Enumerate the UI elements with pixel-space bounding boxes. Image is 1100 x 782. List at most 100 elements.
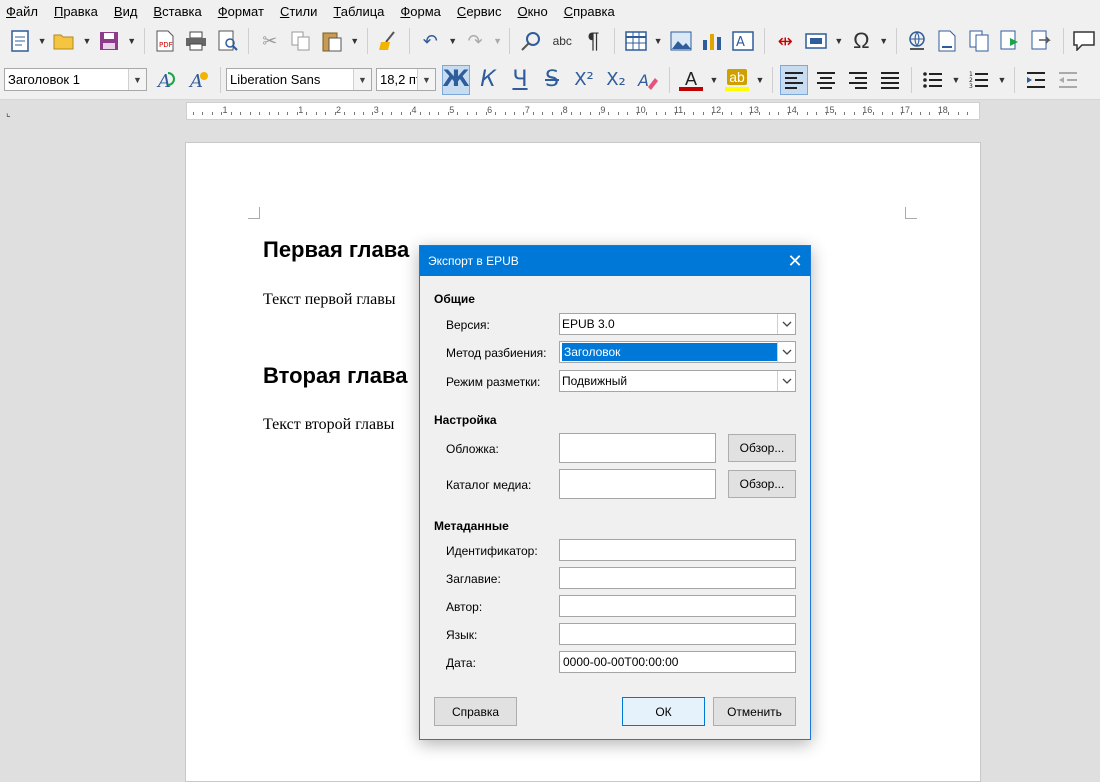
bold-button[interactable]: Ж — [442, 64, 470, 95]
bullet-list-icon[interactable] — [919, 65, 947, 95]
numbered-list-icon[interactable]: 123 — [965, 65, 993, 95]
font-name-combo[interactable]: Liberation Sans ▼ — [226, 68, 372, 91]
redo-icon[interactable]: ↷ — [462, 26, 489, 56]
chevron-down-icon[interactable]: ▼ — [491, 26, 505, 56]
decrease-indent-icon[interactable] — [1054, 65, 1082, 95]
find-replace-icon[interactable] — [517, 26, 544, 56]
chevron-down-icon[interactable]: ▼ — [348, 26, 362, 56]
new-style-icon[interactable]: A — [185, 65, 213, 95]
media-folder-input[interactable] — [559, 469, 716, 499]
chevron-down-icon[interactable]: ▼ — [877, 26, 891, 56]
chevron-down-icon[interactable] — [777, 342, 795, 362]
chevron-down-icon[interactable]: ▼ — [353, 69, 371, 90]
language-input[interactable] — [559, 623, 796, 645]
paste-icon[interactable] — [319, 26, 346, 56]
italic-button[interactable]: К — [474, 65, 502, 95]
increase-indent-icon[interactable] — [1022, 65, 1050, 95]
insert-page-break-icon[interactable]: ⇹ — [772, 26, 799, 56]
font-size-combo[interactable]: 18,2 пт ▼ — [376, 68, 436, 91]
align-left-icon[interactable] — [780, 64, 808, 95]
print-preview-icon[interactable] — [214, 26, 241, 56]
strikethrough-button[interactable]: S — [538, 65, 566, 95]
chevron-down-icon[interactable]: ▼ — [753, 65, 767, 95]
paragraph-style-combo[interactable]: Заголовок 1 ▼ — [4, 68, 147, 91]
highlight-button[interactable]: ab — [723, 65, 751, 95]
formatting-marks-icon[interactable]: ¶ — [580, 26, 607, 56]
menu-tools[interactable]: Сервис — [457, 4, 502, 19]
insert-comment-icon[interactable] — [1071, 26, 1098, 56]
print-icon[interactable] — [183, 26, 210, 56]
title-input[interactable] — [559, 567, 796, 589]
chevron-down-icon[interactable] — [777, 371, 795, 391]
insert-endnote-icon[interactable] — [966, 26, 993, 56]
subscript-button[interactable]: X₂ — [602, 65, 630, 95]
clone-formatting-icon[interactable] — [375, 26, 402, 56]
author-input[interactable] — [559, 595, 796, 617]
special-character-icon[interactable]: Ω — [848, 26, 875, 56]
chevron-down-icon[interactable]: ▼ — [125, 26, 139, 56]
superscript-button[interactable]: X² — [570, 65, 598, 95]
tab-stop-selector[interactable]: ⌞ — [6, 108, 11, 119]
paragraph-first-chapter[interactable]: Текст первой главы — [263, 291, 396, 309]
menu-form[interactable]: Форма — [400, 4, 441, 19]
media-browse-button[interactable]: Обзор... — [728, 470, 796, 498]
menu-table[interactable]: Таблица — [333, 4, 384, 19]
cover-input[interactable] — [559, 433, 716, 463]
menu-edit[interactable]: Правка — [54, 4, 98, 19]
align-right-icon[interactable] — [844, 65, 872, 95]
close-icon[interactable]: ✕ — [780, 246, 810, 276]
insert-field-icon[interactable] — [803, 26, 830, 56]
identifier-input[interactable] — [559, 539, 796, 561]
align-justify-icon[interactable] — [876, 65, 904, 95]
help-button[interactable]: Справка — [434, 697, 517, 726]
copy-icon[interactable] — [287, 26, 314, 56]
insert-textbox-icon[interactable]: A — [729, 26, 756, 56]
insert-comment-link-icon[interactable] — [997, 26, 1024, 56]
cut-icon[interactable]: ✂ — [256, 26, 283, 56]
ok-button[interactable]: ОК — [622, 697, 705, 726]
insert-image-icon[interactable] — [667, 26, 694, 56]
clear-formatting-icon[interactable]: A — [634, 65, 662, 95]
chevron-down-icon[interactable]: ▼ — [949, 65, 963, 95]
chevron-down-icon[interactable]: ▼ — [417, 69, 435, 90]
layout-mode-dropdown[interactable]: Подвижный — [559, 370, 796, 392]
chevron-down-icon[interactable]: ▼ — [128, 69, 146, 90]
underline-button[interactable]: Ч — [506, 65, 534, 95]
date-input[interactable]: 0000-00-00T00:00:00 — [559, 651, 796, 673]
track-changes-icon[interactable] — [1028, 26, 1055, 56]
split-method-dropdown[interactable]: Заголовок — [559, 341, 796, 363]
chevron-down-icon[interactable]: ▼ — [446, 26, 460, 56]
menu-help[interactable]: Справка — [564, 4, 615, 19]
insert-hyperlink-icon[interactable] — [904, 26, 931, 56]
cancel-button[interactable]: Отменить — [713, 697, 796, 726]
cover-browse-button[interactable]: Обзор... — [728, 434, 796, 462]
undo-icon[interactable]: ↶ — [417, 26, 444, 56]
open-folder-icon[interactable] — [51, 26, 78, 56]
new-document-icon[interactable] — [6, 26, 33, 56]
menu-insert[interactable]: Вставка — [153, 4, 201, 19]
chevron-down-icon[interactable]: ▼ — [651, 26, 665, 56]
menu-view[interactable]: Вид — [114, 4, 138, 19]
dialog-titlebar[interactable]: Экспорт в EPUB ✕ — [420, 246, 810, 276]
horizontal-ruler[interactable]: 1 1 2 3 4 5 6 7 8 9 10 11 12 13 14 15 16 17 18 — [186, 102, 980, 120]
menu-file[interactable]: Файл — [6, 4, 38, 19]
heading-first-chapter[interactable]: Первая глава — [263, 237, 409, 263]
paragraph-second-chapter[interactable]: Текст второй главы — [263, 416, 394, 434]
chevron-down-icon[interactable]: ▼ — [995, 65, 1009, 95]
version-dropdown[interactable]: EPUB 3.0 — [559, 313, 796, 335]
align-center-icon[interactable] — [812, 65, 840, 95]
chevron-down-icon[interactable]: ▼ — [707, 65, 721, 95]
chevron-down-icon[interactable]: ▼ — [832, 26, 846, 56]
menu-window[interactable]: Окно — [517, 4, 547, 19]
chevron-down-icon[interactable]: ▼ — [35, 26, 49, 56]
font-color-button[interactable]: A — [677, 65, 705, 95]
heading-second-chapter[interactable]: Вторая глава — [263, 363, 407, 389]
menu-format[interactable]: Формат — [218, 4, 264, 19]
update-style-icon[interactable]: A — [153, 65, 181, 95]
menu-styles[interactable]: Стили — [280, 4, 317, 19]
spelling-icon[interactable]: abc — [549, 26, 576, 56]
insert-footnote-icon[interactable] — [935, 26, 962, 56]
insert-chart-icon[interactable] — [698, 26, 725, 56]
insert-table-icon[interactable] — [622, 26, 649, 56]
save-icon[interactable] — [96, 26, 123, 56]
